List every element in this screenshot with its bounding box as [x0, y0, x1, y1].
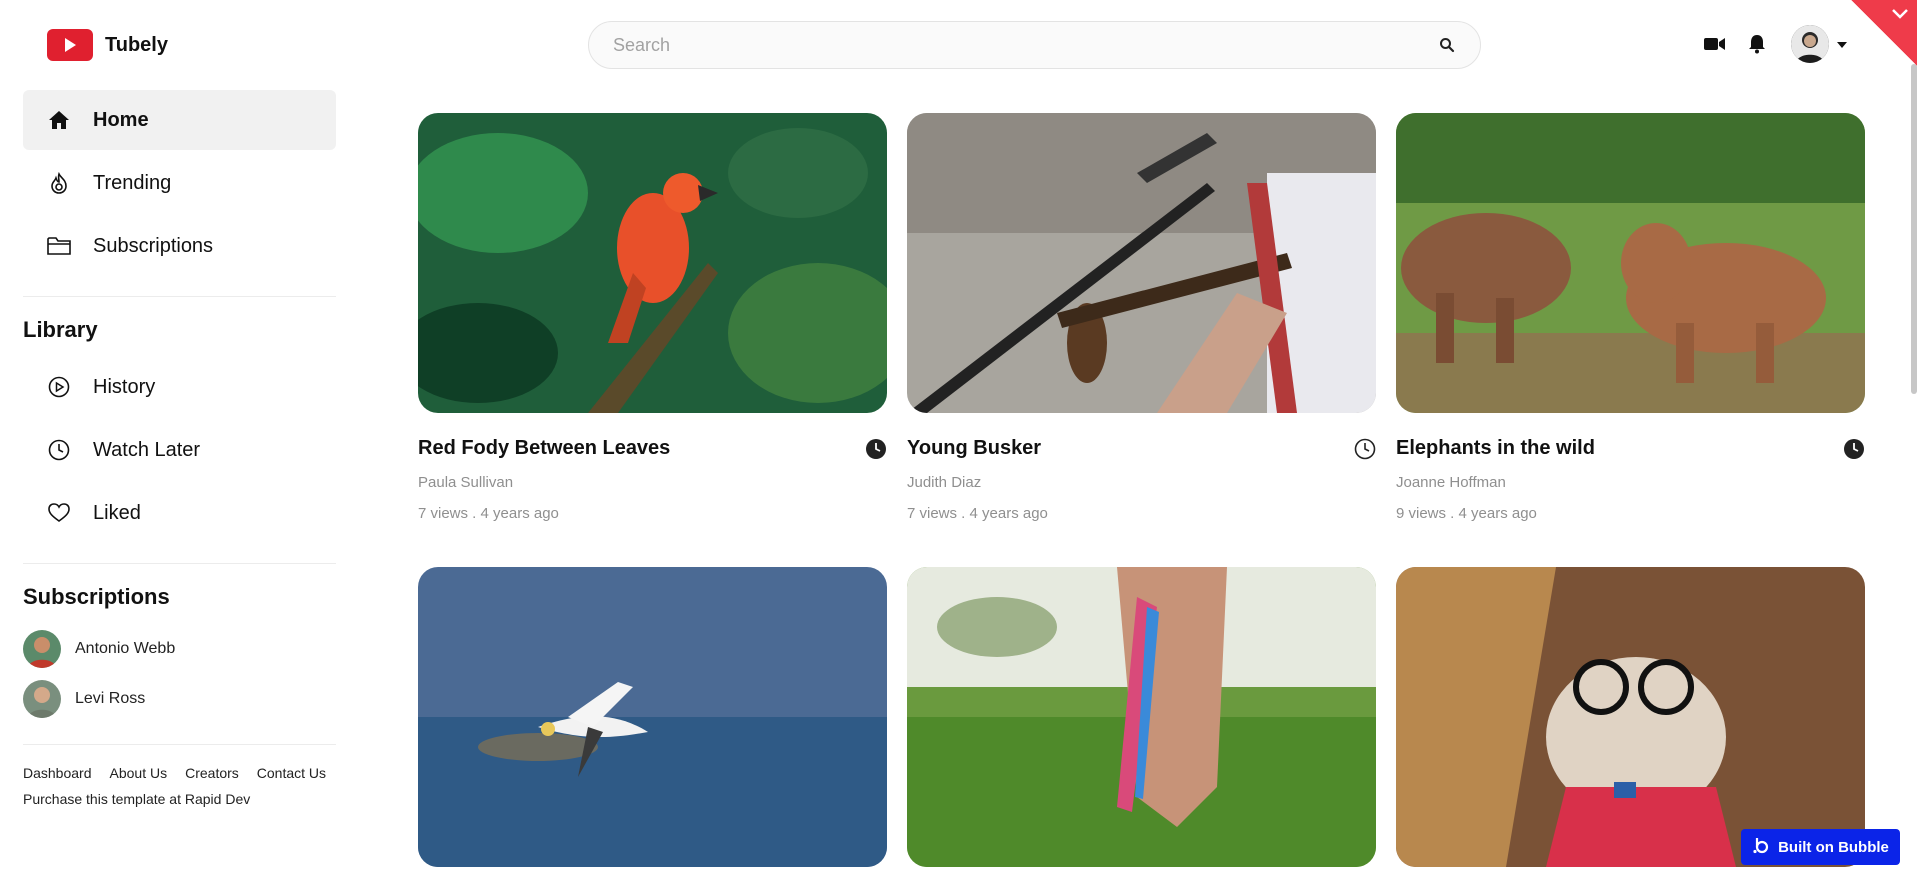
badge-label: Built on Bubble: [1778, 838, 1889, 856]
purchase-link[interactable]: Purchase this template at Rapid Dev: [23, 791, 336, 807]
built-on-bubble-badge[interactable]: Built on Bubble: [1741, 829, 1900, 865]
footer-link-contact[interactable]: Contact Us: [257, 765, 326, 781]
video-card: [1396, 567, 1865, 867]
video-grid: Red Fody Between Leaves Paula Sullivan 7…: [418, 113, 1865, 867]
sidebar: Home Trending Subscriptions Library Hist…: [23, 90, 336, 807]
sidebar-item-trending[interactable]: Trending: [23, 153, 336, 213]
video-title[interactable]: Young Busker: [907, 437, 1041, 460]
search-bar: [588, 21, 1481, 69]
sidebar-item-subscriptions[interactable]: Subscriptions: [23, 216, 336, 276]
subscriptions-heading: Subscriptions: [23, 584, 170, 609]
divider: [23, 296, 336, 297]
sidebar-item-label: Liked: [93, 501, 141, 524]
video-card: Red Fody Between Leaves Paula Sullivan 7…: [418, 113, 887, 522]
sidebar-item-label: History: [93, 375, 156, 398]
footer-link-creators[interactable]: Creators: [185, 765, 239, 781]
video-thumbnail[interactable]: [1396, 567, 1865, 867]
chevron-down-icon: [1837, 35, 1847, 53]
sidebar-item-label: Subscriptions: [93, 234, 214, 257]
divider: [23, 563, 336, 564]
sidebar-item-history[interactable]: History: [23, 357, 336, 417]
sidebar-item-label: Home: [93, 108, 149, 131]
video-author[interactable]: Paula Sullivan: [418, 474, 887, 491]
video-card: [907, 567, 1376, 867]
video-thumbnail[interactable]: [1396, 113, 1865, 413]
app-logo[interactable]: Tubely: [47, 29, 168, 61]
video-card: [418, 567, 887, 867]
library-heading: Library: [23, 317, 98, 342]
search-input[interactable]: [613, 34, 1436, 56]
heart-icon: [47, 501, 71, 525]
history-icon: [47, 375, 71, 399]
scrollbar[interactable]: [1911, 64, 1917, 394]
video-meta: 7 views . 4 years ago: [418, 505, 559, 522]
video-author[interactable]: Judith Diaz: [907, 474, 1376, 491]
clock-icon[interactable]: [865, 438, 887, 460]
chevron-down-icon: [1892, 9, 1908, 19]
sidebar-item-label: Watch Later: [93, 438, 201, 461]
video-title[interactable]: Elephants in the wild: [1396, 437, 1595, 460]
corner-ribbon[interactable]: [1851, 0, 1917, 66]
search-icon[interactable]: [1436, 34, 1458, 56]
home-icon: [47, 108, 71, 132]
clock-icon[interactable]: [1354, 438, 1376, 460]
video-meta: 9 views . 4 years ago: [1396, 505, 1537, 522]
video-meta: 7 views . 4 years ago: [907, 505, 1048, 522]
video-title[interactable]: Red Fody Between Leaves: [418, 437, 670, 460]
video-thumbnail[interactable]: [907, 113, 1376, 413]
app-name: Tubely: [105, 33, 168, 56]
clock-icon[interactable]: [1843, 438, 1865, 460]
divider: [23, 744, 336, 745]
bell-icon[interactable]: [1745, 32, 1769, 56]
video-card: Elephants in the wild Joanne Hoffman 9 v…: [1396, 113, 1865, 522]
folder-icon: [47, 234, 71, 258]
trending-icon: [47, 171, 71, 195]
sidebar-item-watch-later[interactable]: Watch Later: [23, 420, 336, 480]
sidebar-item-liked[interactable]: Liked: [23, 483, 336, 543]
video-thumbnail[interactable]: [907, 567, 1376, 867]
subscription-name: Antonio Webb: [75, 640, 176, 657]
bubble-logo-icon: [1752, 836, 1770, 858]
avatar: [23, 630, 61, 668]
video-camera-icon[interactable]: [1703, 32, 1727, 56]
video-card: Young Busker Judith Diaz 7 views . 4 yea…: [907, 113, 1376, 522]
sidebar-item-label: Trending: [93, 171, 172, 194]
footer-link-about[interactable]: About Us: [110, 765, 168, 781]
avatar: [23, 680, 61, 718]
clock-icon: [47, 438, 71, 462]
subscription-item[interactable]: Antonio Webb: [23, 624, 336, 674]
footer-links: Dashboard About Us Creators Contact Us: [23, 765, 336, 781]
account-menu[interactable]: [1791, 25, 1847, 63]
footer-link-dashboard[interactable]: Dashboard: [23, 765, 92, 781]
video-author[interactable]: Joanne Hoffman: [1396, 474, 1865, 491]
subscription-name: Levi Ross: [75, 690, 146, 707]
video-thumbnail[interactable]: [418, 567, 887, 867]
play-logo-icon: [47, 29, 93, 61]
subscription-item[interactable]: Levi Ross: [23, 674, 336, 724]
video-thumbnail[interactable]: [418, 113, 887, 413]
sidebar-item-home[interactable]: Home: [23, 90, 336, 150]
avatar: [1791, 25, 1829, 63]
top-actions: [1703, 25, 1847, 63]
